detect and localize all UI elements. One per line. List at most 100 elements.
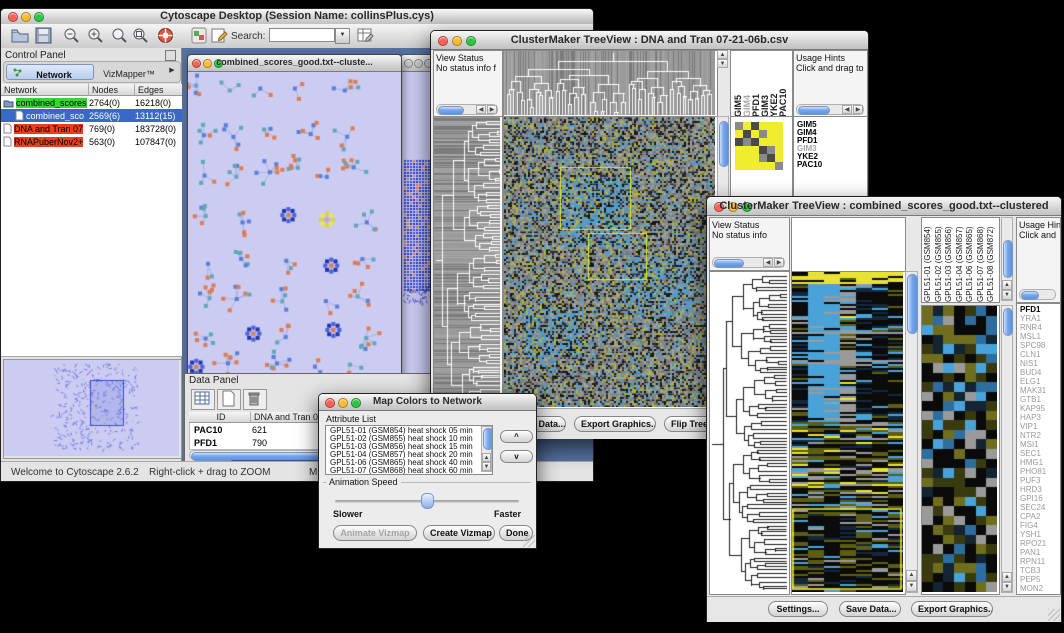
tv1-global-heatmap[interactable]	[503, 116, 718, 410]
scroll-left-button[interactable]: ◀	[763, 258, 773, 267]
scroll-up-button[interactable]: ▲	[1002, 280, 1012, 290]
scroll-up-button[interactable]: ▲	[1002, 572, 1012, 582]
scroll-right-button[interactable]: ▶	[774, 258, 784, 267]
birdseye-view[interactable]	[3, 359, 182, 459]
tab-vizmapper[interactable]: VizMapper™	[94, 64, 164, 78]
tv2-vscrollbar[interactable]: ▲ ▼	[905, 271, 918, 593]
network-name-cell[interactable]: combined_scores	[1, 98, 89, 108]
tv2-zoom-heatmap[interactable]	[921, 305, 1000, 595]
view-status-hscrollbar[interactable]: ◀ ▶	[712, 257, 785, 268]
matrix-cell	[735, 138, 743, 146]
network-view-frame[interactable]: combined_scores_good.txt--cluste...	[187, 54, 402, 378]
tv1-row-dendrogram[interactable]	[433, 116, 503, 410]
scrollbar-thumb[interactable]	[438, 106, 464, 115]
network-view-canvas[interactable]	[188, 72, 399, 376]
export-graphics-button[interactable]: Export Graphics...	[574, 416, 656, 432]
attribute-list-item[interactable]: GPL51-07 (GSM868) heat shock 60 min	[328, 467, 492, 475]
background-network-canvas[interactable]	[401, 72, 433, 376]
open-file-icon[interactable]	[11, 27, 29, 44]
scrollbar-thumb[interactable]	[719, 121, 729, 167]
create-vizmap-button[interactable]: Create Vizmap	[423, 525, 495, 541]
animate-vizmap-button[interactable]: Animate Vizmap	[333, 525, 417, 541]
float-panel-icon[interactable]	[165, 50, 176, 61]
network-table-row[interactable]: combined_sco2569(6)13112(15)	[1, 109, 182, 122]
scroll-down-button[interactable]: ▼	[1002, 290, 1012, 300]
matrix-cell	[743, 162, 751, 170]
zoom-in-icon[interactable]	[87, 27, 105, 44]
move-attribute-down-button[interactable]: v	[500, 450, 533, 463]
scrollbar-thumb[interactable]	[1021, 291, 1039, 300]
tv2-titlebar[interactable]: ClusterMaker TreeView : combined_scores_…	[707, 197, 1061, 216]
dialog-titlebar[interactable]: Map Colors to Network	[319, 394, 536, 411]
main-titlebar[interactable]: Cytoscape Desktop (Session Name: collins…	[1, 9, 593, 25]
export-graphics-button[interactable]: Export Graphics...	[911, 601, 993, 617]
scroll-left-button[interactable]: ◀	[842, 105, 852, 114]
usage-hints-hscrollbar[interactable]: ◀ ▶	[796, 104, 864, 115]
tv2-labels-vscrollbar[interactable]: ▲ ▼	[1001, 217, 1013, 301]
zoom-selected-icon[interactable]	[132, 27, 150, 44]
move-attribute-up-button[interactable]: ^	[500, 430, 533, 443]
tab-network[interactable]: Network	[6, 64, 94, 80]
network-table-row[interactable]: combined_scores2764(0)16218(0)	[1, 96, 182, 109]
animation-speed-slider-thumb[interactable]	[421, 493, 434, 509]
scrollbar-thumb[interactable]	[483, 428, 493, 450]
save-data-button[interactable]: Save Data...	[839, 601, 901, 617]
resize-grip[interactable]	[1048, 609, 1060, 621]
scrollbar-thumb[interactable]	[798, 106, 830, 115]
network-frame-titlebar[interactable]: combined_scores_good.txt--cluste...	[188, 55, 401, 72]
column-header-edges[interactable]: Edges	[135, 84, 182, 96]
view-status-hscrollbar[interactable]: ◀ ▶	[436, 104, 498, 115]
scroll-left-button[interactable]: ◀	[476, 105, 486, 114]
scrollbar-thumb[interactable]	[907, 274, 918, 334]
tv1-column-dendrogram[interactable]	[503, 50, 718, 118]
birdseye-canvas[interactable]	[4, 360, 179, 456]
scroll-down-button[interactable]: ▼	[906, 581, 917, 592]
network-name-cell[interactable]: RNAPuberNov2+	[1, 136, 89, 147]
column-header-network[interactable]: Network	[1, 84, 89, 96]
tv2-global-heatmap[interactable]	[791, 271, 906, 595]
tv2-row-dendrogram[interactable]	[709, 271, 790, 595]
network-table-row[interactable]: RNAPuberNov2+563(0)107847(0)	[1, 135, 182, 148]
save-icon[interactable]	[35, 27, 53, 44]
scrollbar-thumb[interactable]	[1003, 308, 1013, 336]
minimize-button[interactable]	[414, 59, 423, 68]
scrollbar-thumb[interactable]	[714, 259, 744, 268]
similarity-matrix[interactable]	[735, 122, 783, 170]
attribute-browser-icon[interactable]	[357, 27, 375, 44]
attribute-listbox[interactable]: GPL51-01 (GSM854) heat shock 05 minGPL51…	[325, 425, 493, 475]
scroll-up-button[interactable]: ▲	[482, 453, 491, 462]
network-name-cell[interactable]: DNA and Tran 07	[1, 123, 89, 134]
tv1-titlebar[interactable]: ClusterMaker TreeView : DNA and Tran 07-…	[431, 31, 868, 50]
tab-overflow-arrow[interactable]: ▶	[166, 64, 178, 78]
help-lifering-icon[interactable]	[157, 27, 175, 44]
scrollbar-thumb[interactable]	[1003, 240, 1013, 278]
usage-hints-hscrollbar[interactable]	[1019, 289, 1056, 300]
scroll-down-button[interactable]: ▼	[1002, 582, 1012, 592]
search-dropdown-button[interactable]: ▼	[335, 28, 350, 44]
annotation-icon[interactable]	[211, 27, 229, 44]
column-header-nodes[interactable]: Nodes	[89, 84, 135, 96]
zoom-out-icon[interactable]	[63, 27, 81, 44]
search-input[interactable]	[269, 28, 335, 42]
plugin-manager-icon[interactable]	[191, 27, 209, 44]
new-attribute-icon[interactable]	[217, 389, 241, 410]
attribute-list-vscrollbar[interactable]: ▲ ▼	[481, 426, 492, 472]
scroll-right-button[interactable]: ▶	[487, 105, 497, 114]
network-table-row[interactable]: DNA and Tran 07769(0)183728(0)	[1, 122, 182, 135]
network-name-cell[interactable]: combined_sco	[1, 110, 89, 121]
close-button[interactable]	[404, 59, 413, 68]
tv2-zoom-vscrollbar[interactable]: ▲ ▼	[1001, 305, 1013, 593]
gene-label: HAP3	[1020, 413, 1060, 422]
scroll-down-button[interactable]: ▼	[482, 462, 491, 471]
delete-attribute-icon[interactable]	[243, 389, 267, 410]
settings-button[interactable]: Settings...	[768, 601, 828, 617]
scroll-down-button[interactable]: ▼	[717, 59, 728, 68]
scroll-right-button[interactable]: ▶	[853, 105, 863, 114]
scroll-up-button[interactable]: ▲	[906, 570, 917, 581]
resize-grip[interactable]	[523, 535, 535, 547]
zoom-fit-icon[interactable]	[111, 27, 129, 44]
scroll-up-button[interactable]: ▲	[717, 50, 728, 59]
tv2-column-dendrogram[interactable]	[791, 217, 906, 273]
select-attributes-icon[interactable]	[191, 389, 215, 410]
data-column-id[interactable]: ID	[189, 412, 251, 423]
